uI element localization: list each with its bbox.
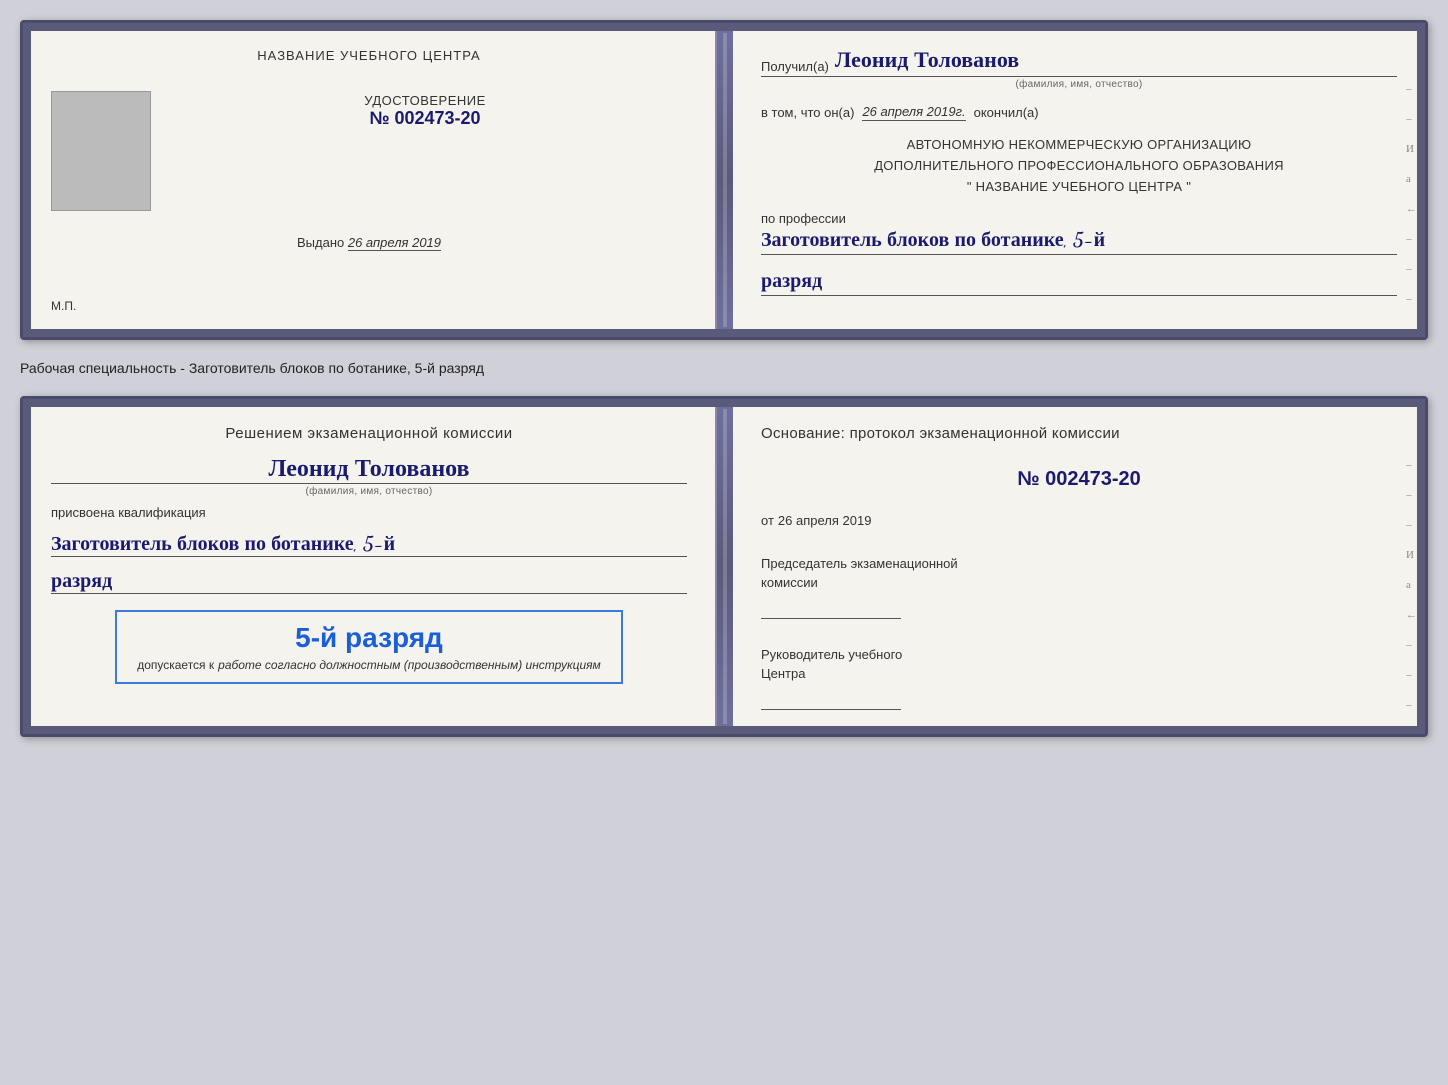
- issued-prefix: Выдано: [297, 235, 344, 250]
- head-label-1: Руководитель учебного: [761, 645, 1397, 665]
- stamp-box: 5-й разряд допускается к работе согласно…: [115, 610, 624, 684]
- recipient-name: Леонид Толованов: [835, 47, 1019, 74]
- date-from: от 26 апреля 2019: [761, 513, 1397, 528]
- chairman-label-2: комиссии: [761, 573, 1397, 593]
- top-certificate-card: НАЗВАНИЕ УЧЕБНОГО ЦЕНТРА УДОСТОВЕРЕНИЕ №…: [20, 20, 1428, 340]
- head-label-2: Центра: [761, 664, 1397, 684]
- stamp-title: 5-й разряд: [295, 622, 443, 654]
- decision-header: Решением экзаменационной комиссии: [51, 423, 687, 446]
- profession-label: по профессии: [761, 211, 1397, 226]
- org-name-block: АВТОНОМНУЮ НЕКОММЕРЧЕСКУЮ ОРГАНИЗАЦИЮ ДО…: [761, 135, 1397, 197]
- edge-marks: – – И а ← – – –: [1406, 83, 1417, 305]
- mp-label: М.П.: [51, 299, 76, 313]
- head-signature-line: [761, 690, 901, 710]
- bottom-card-right: Основание: протокол экзаменационной коми…: [733, 399, 1425, 734]
- recipient-caption: (фамилия, имя, отчество): [761, 79, 1397, 90]
- top-card-left: НАЗВАНИЕ УЧЕБНОГО ЦЕНТРА УДОСТОВЕРЕНИЕ №…: [23, 23, 717, 337]
- spine-divider-bottom: [717, 399, 733, 734]
- profession-value: Заготовитель блоков по ботанике, 5-й: [761, 228, 1397, 255]
- rank-handwritten: разряд: [51, 569, 687, 594]
- date-from-value: 26 апреля 2019: [778, 513, 872, 528]
- photo-placeholder: [51, 91, 151, 211]
- stamp-italic: работе согласно должностным (производств…: [218, 658, 601, 672]
- completion-date: 26 апреля 2019г.: [862, 104, 965, 121]
- cert-label: УДОСТОВЕРЕНИЕ: [364, 93, 486, 108]
- qualification-value: Заготовитель блоков по ботанике, 5-й: [51, 532, 687, 557]
- bottom-card-left: Решением экзаменационной комиссии Леонид…: [23, 399, 717, 734]
- person-section: Леонид Толованов (фамилия, имя, отчество…: [51, 454, 687, 497]
- date-prefix: в том, что он(а): [761, 105, 854, 120]
- edge-marks-bottom: – – – И а ← – – – –: [1406, 459, 1417, 737]
- protocol-number: № 002473-20: [761, 468, 1397, 491]
- top-card-right: Получил(а) Леонид Толованов (фамилия, им…: [733, 23, 1425, 337]
- basis-header: Основание: протокол экзаменационной коми…: [761, 423, 1397, 446]
- recipient-section: Получил(а) Леонид Толованов (фамилия, им…: [761, 47, 1397, 90]
- info-line: Рабочая специальность - Заготовитель бло…: [20, 358, 1428, 378]
- issued-date: 26 апреля 2019: [348, 235, 441, 251]
- chairman-label-1: Председатель экзаменационной: [761, 554, 1397, 574]
- rank-value: разряд: [761, 269, 1397, 296]
- person-caption: (фамилия, имя, отчество): [51, 486, 687, 497]
- qualification-label: присвоена квалификация: [51, 505, 206, 520]
- completion-date-line: в том, что он(а) 26 апреля 2019г. окончи…: [761, 104, 1397, 121]
- org-line-1: АВТОНОМНУЮ НЕКОММЕРЧЕСКУЮ ОРГАНИЗАЦИЮ: [761, 135, 1397, 156]
- issued-line: Выдано 26 апреля 2019: [297, 235, 441, 250]
- cert-number-section: УДОСТОВЕРЕНИЕ № 002473-20: [364, 93, 486, 129]
- chairman-section: Председатель экзаменационной комиссии: [761, 554, 1397, 619]
- spine-divider: [717, 23, 733, 337]
- cert-number: № 002473-20: [364, 108, 486, 129]
- bottom-certificate-card: Решением экзаменационной комиссии Леонид…: [20, 396, 1428, 737]
- date-suffix: окончил(а): [974, 105, 1039, 120]
- date-from-prefix: от: [761, 513, 774, 528]
- stamp-subtitle: допускается к: [137, 658, 214, 672]
- chairman-signature-line: [761, 599, 901, 619]
- recipient-prefix: Получил(а): [761, 59, 829, 74]
- org-line-3: " НАЗВАНИЕ УЧЕБНОГО ЦЕНТРА ": [761, 177, 1397, 198]
- person-name: Леонид Толованов: [51, 454, 687, 484]
- head-section: Руководитель учебного Центра: [761, 645, 1397, 710]
- org-line-2: ДОПОЛНИТЕЛЬНОГО ПРОФЕССИОНАЛЬНОГО ОБРАЗО…: [761, 156, 1397, 177]
- profession-section: по профессии Заготовитель блоков по бота…: [761, 211, 1397, 255]
- training-center-title-top: НАЗВАНИЕ УЧЕБНОГО ЦЕНТРА: [257, 47, 480, 65]
